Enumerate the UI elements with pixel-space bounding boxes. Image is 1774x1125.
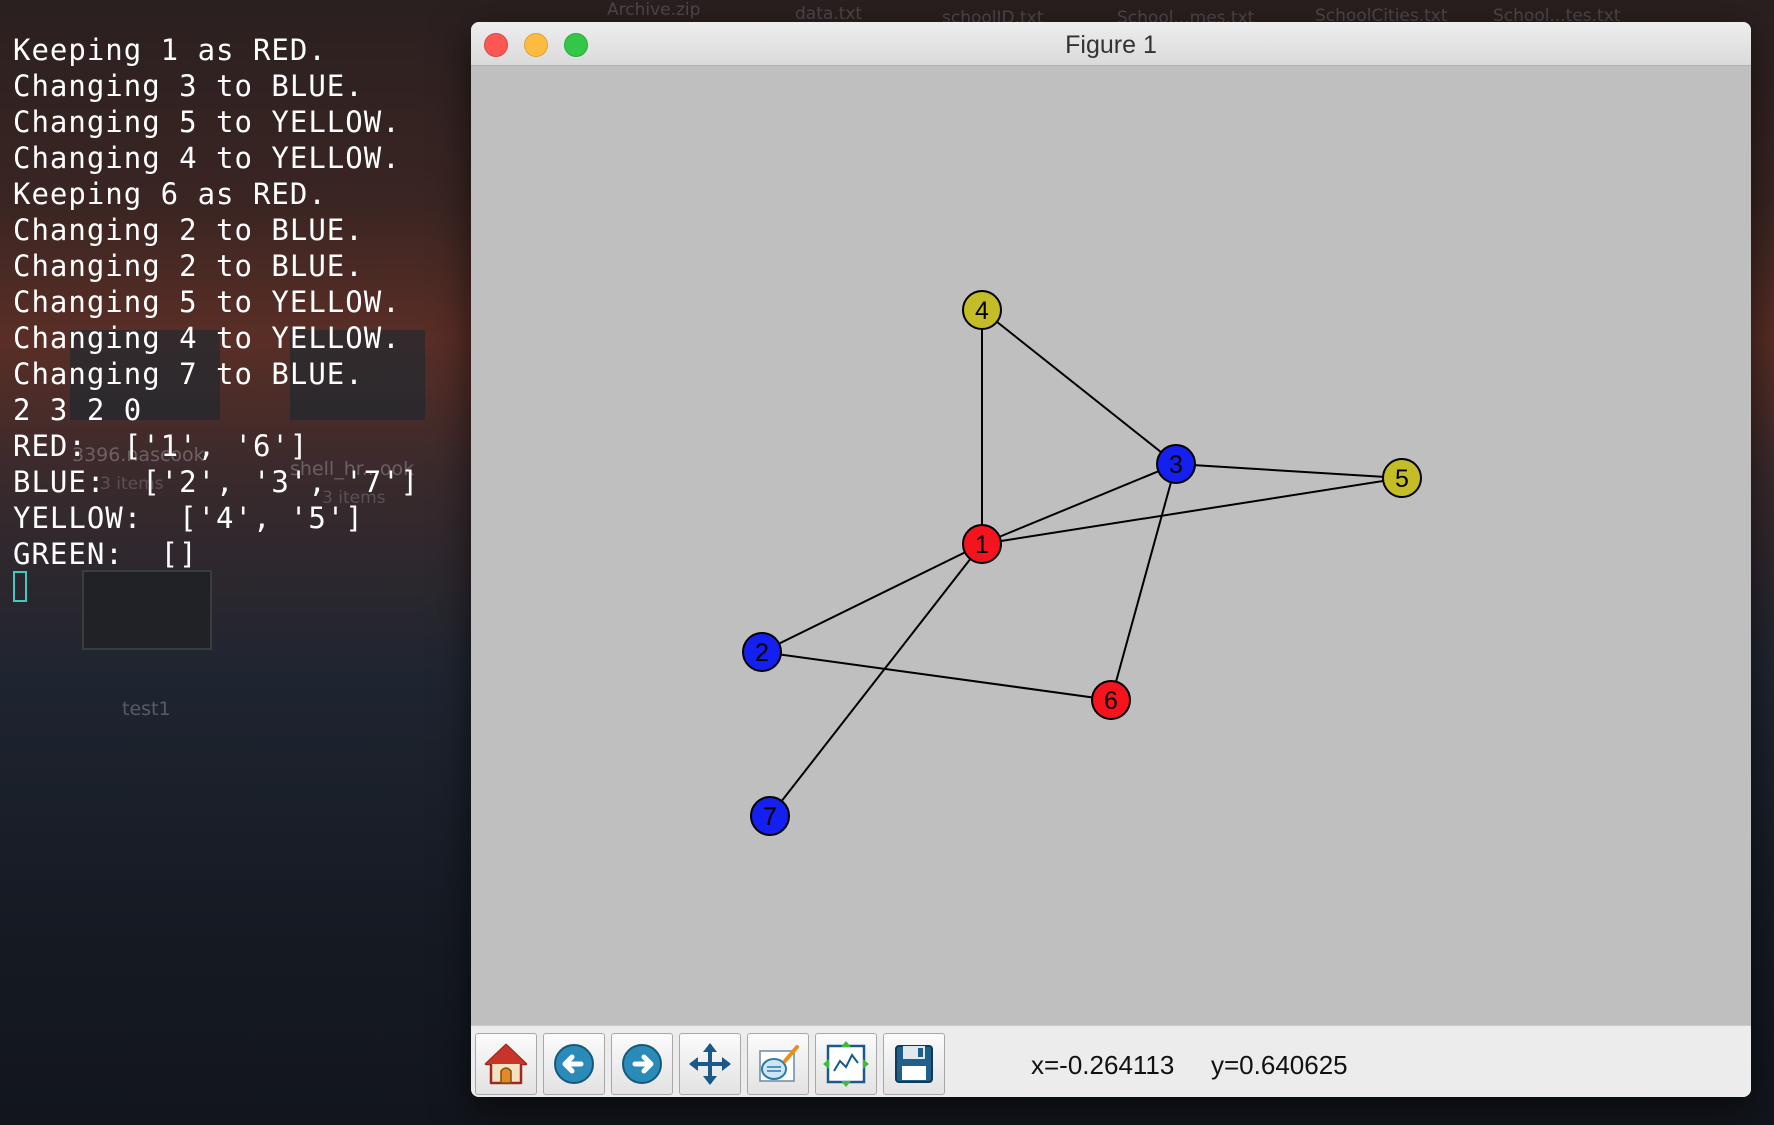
terminal-line: Changing 3 to BLUE. bbox=[13, 69, 364, 103]
back-button[interactable] bbox=[543, 1033, 605, 1095]
graph-edge-2-6 bbox=[761, 651, 1112, 701]
graph-edge-3-5 bbox=[1175, 463, 1403, 479]
graph-node-1: 1 bbox=[962, 524, 1002, 564]
graph-node-label: 5 bbox=[1395, 465, 1409, 493]
subplots-button[interactable] bbox=[815, 1033, 877, 1095]
desktop-file-label[interactable]: data.txt bbox=[795, 4, 862, 24]
x-coordinate-readout: x=-0.264113 bbox=[1031, 1050, 1175, 1080]
terminal-line: Changing 2 to BLUE. bbox=[13, 213, 364, 247]
subplots-icon bbox=[823, 1041, 869, 1087]
graph-edge-1-7 bbox=[769, 543, 983, 817]
zoom-button[interactable] bbox=[747, 1033, 809, 1095]
pan-icon bbox=[689, 1043, 731, 1085]
graph-node-label: 4 bbox=[975, 297, 989, 325]
terminal-line: Changing 5 to YELLOW. bbox=[13, 105, 401, 139]
home-icon bbox=[484, 1043, 528, 1085]
graph-canvas[interactable]: 1 2 3 4 5 6 7 bbox=[471, 66, 1751, 1024]
terminal-line: Changing 4 to YELLOW. bbox=[13, 141, 401, 175]
terminal-line: Keeping 1 as RED. bbox=[13, 33, 327, 67]
graph-node-label: 7 bbox=[763, 803, 777, 831]
terminal-line: YELLOW: ['4', '5'] bbox=[13, 501, 364, 535]
forward-icon bbox=[622, 1044, 662, 1084]
graph-edge-1-3 bbox=[981, 463, 1177, 545]
terminal-line: Changing 7 to BLUE. bbox=[13, 357, 364, 391]
save-icon bbox=[895, 1045, 933, 1083]
title-bar[interactable]: Figure 1 bbox=[471, 22, 1751, 66]
terminal-line: GREEN: [] bbox=[13, 537, 198, 571]
graph-edge-1-2 bbox=[761, 543, 983, 653]
forward-button[interactable] bbox=[611, 1033, 673, 1095]
graph-node-label: 6 bbox=[1104, 687, 1118, 715]
graph-node-2: 2 bbox=[742, 632, 782, 672]
terminal-line: Keeping 6 as RED. bbox=[13, 177, 327, 211]
graph-node-label: 2 bbox=[755, 639, 769, 667]
graph-edge-1-5 bbox=[981, 477, 1403, 545]
pan-button[interactable] bbox=[679, 1033, 741, 1095]
graph-node-4: 4 bbox=[962, 290, 1002, 330]
save-button[interactable] bbox=[883, 1033, 945, 1095]
terminal-line: BLUE: ['2', '3', '7'] bbox=[13, 465, 420, 499]
terminal-line: Changing 4 to YELLOW. bbox=[13, 321, 401, 355]
zoom-icon bbox=[759, 1045, 799, 1082]
graph-node-label: 3 bbox=[1169, 451, 1183, 479]
terminal-output[interactable]: Keeping 1 as RED. Changing 3 to BLUE. Ch… bbox=[0, 0, 470, 1125]
figure-window[interactable]: Figure 1 1 2 3 4 5 6 7 x=-0.264113 y=0.640625 bbox=[471, 22, 1751, 1097]
graph-node-label: 1 bbox=[975, 531, 989, 559]
y-coordinate-readout: y=0.640625 bbox=[1211, 1050, 1348, 1080]
back-icon bbox=[554, 1044, 594, 1084]
home-button[interactable] bbox=[475, 1033, 537, 1095]
desktop-file-label[interactable]: Archive.zip bbox=[607, 0, 700, 20]
terminal-line: Changing 5 to YELLOW. bbox=[13, 285, 401, 319]
graph-node-6: 6 bbox=[1091, 680, 1131, 720]
graph-edge-3-6 bbox=[1110, 463, 1177, 701]
terminal-cursor bbox=[13, 571, 27, 602]
terminal-line: 2 3 2 0 bbox=[13, 393, 143, 427]
graph-edge-4-3 bbox=[981, 309, 1177, 465]
graph-node-5: 5 bbox=[1382, 458, 1422, 498]
terminal-line: RED: ['1', '6'] bbox=[13, 429, 309, 463]
graph-node-3: 3 bbox=[1156, 444, 1196, 484]
navigation-toolbar: x=-0.264113 y=0.640625 bbox=[471, 1025, 1751, 1097]
terminal-line: Changing 2 to BLUE. bbox=[13, 249, 364, 283]
graph-node-7: 7 bbox=[750, 796, 790, 836]
window-title: Figure 1 bbox=[1065, 31, 1157, 59]
